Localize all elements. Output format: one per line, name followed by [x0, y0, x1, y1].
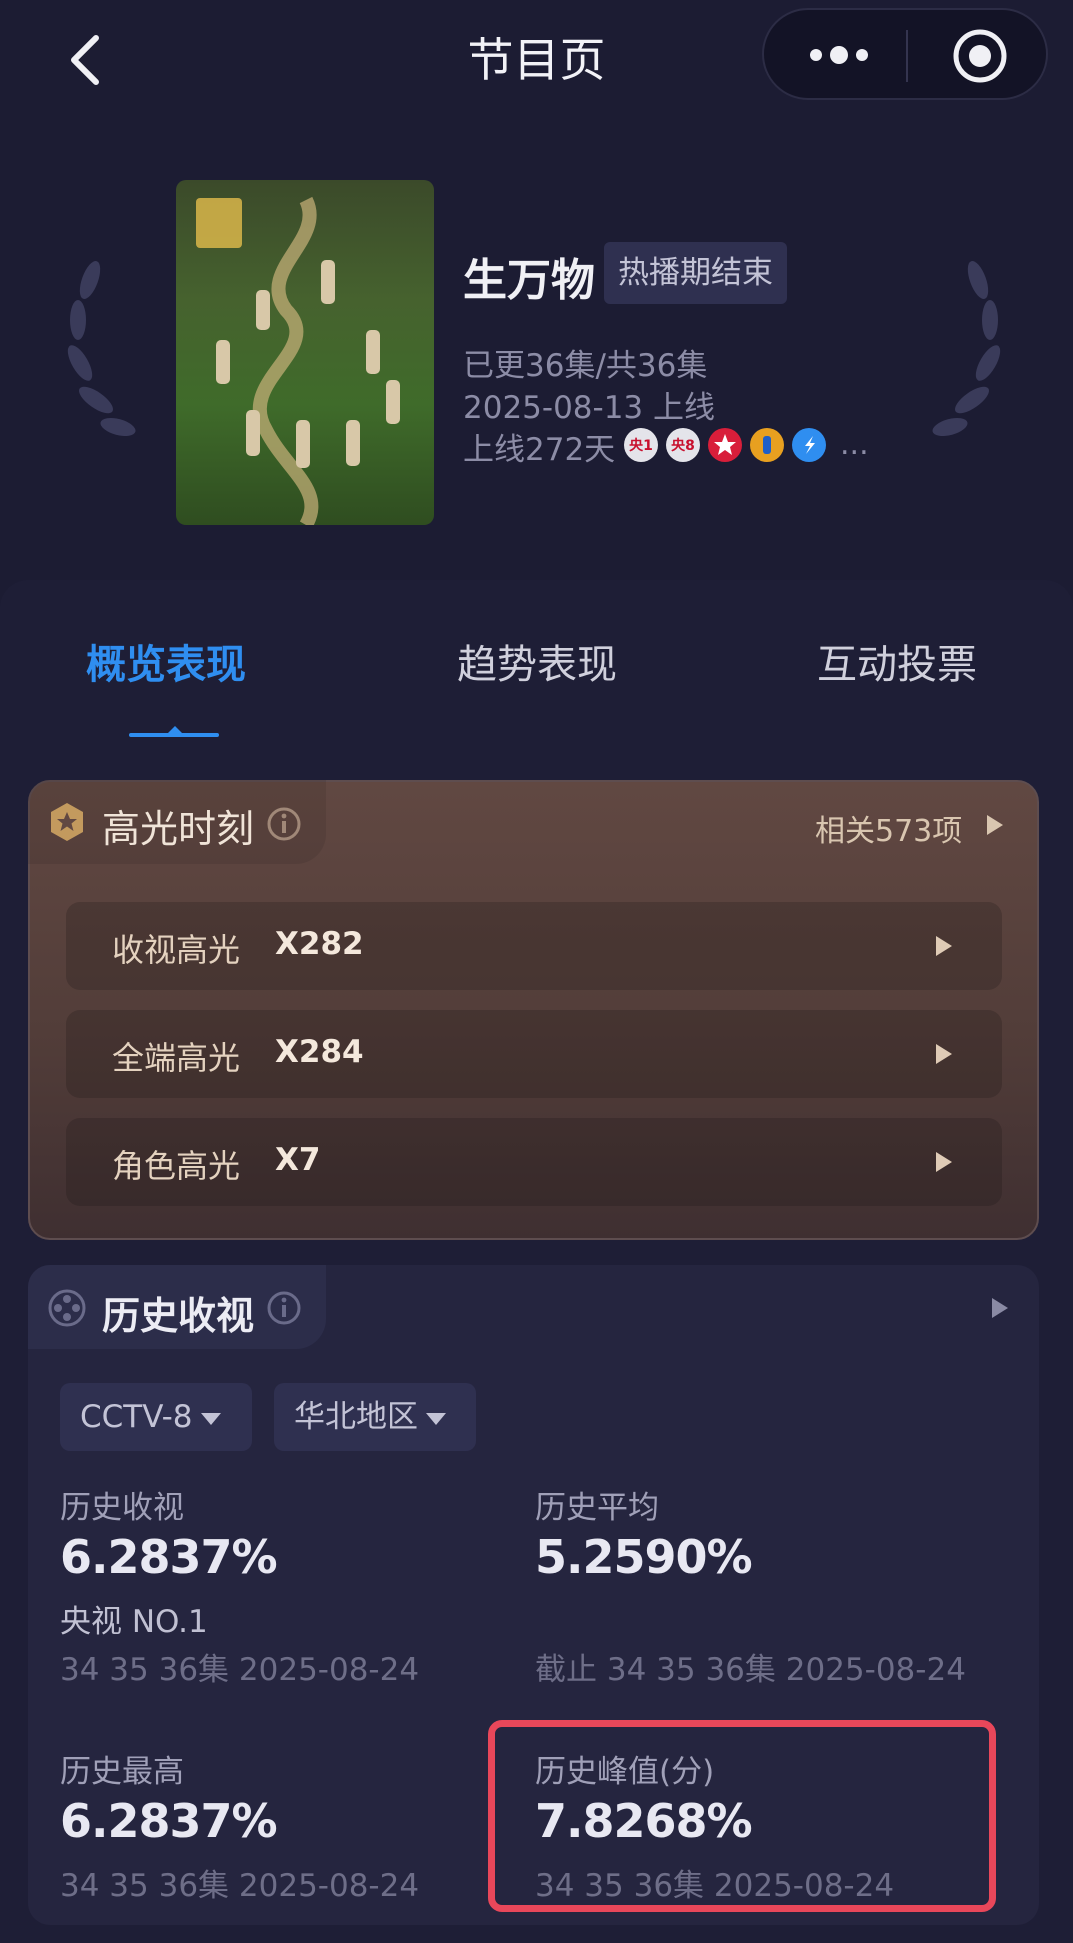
cctv1-logo-icon: 央1 [624, 427, 658, 462]
info-icon[interactable] [266, 806, 302, 842]
play-arrow-icon [936, 1044, 952, 1064]
stat-sub: 34 35 36集 2025-08-24 [60, 1652, 420, 1688]
stat-rank: 央视 NO.1 [60, 1604, 208, 1640]
highlight-row-value: X284 [275, 1034, 364, 1070]
stat-value: 5.2590% [535, 1530, 753, 1584]
stat-label: 历史收视 [60, 1490, 184, 1526]
platform-list[interactable]: 央1 央8 ... [624, 427, 869, 462]
play-arrow-icon [936, 936, 952, 956]
laurel-left-icon [67, 261, 136, 437]
info-icon[interactable] [266, 1290, 302, 1326]
show-poster[interactable] [176, 180, 434, 525]
region-select-value: 华北地区 [294, 1399, 418, 1435]
highlights-title: 高光时刻 [102, 807, 255, 851]
annotation-highlight-box [488, 1720, 996, 1912]
stat-label: 历史平均 [535, 1490, 659, 1526]
tab-overview[interactable]: 概览表现 [86, 632, 246, 690]
highlight-row-value: X282 [275, 926, 364, 962]
cctv8-logo-icon: 央8 [666, 427, 700, 462]
more-dots-icon[interactable] [806, 40, 872, 70]
channel-select-value: CCTV-8 [80, 1399, 193, 1435]
highlight-row-label: 全端高光 [112, 1039, 241, 1077]
highlight-row-value: X7 [275, 1142, 321, 1178]
stat-label: 历史最高 [60, 1754, 184, 1790]
zhejiang-tv-logo-icon [750, 427, 784, 462]
film-reel-icon [48, 1289, 86, 1327]
dragon-tv-logo-icon [708, 427, 742, 462]
more-platforms[interactable]: ... [840, 427, 869, 462]
stat-sub: 截止 34 35 36集 2025-08-24 [535, 1652, 966, 1688]
caret-down-icon [200, 1412, 221, 1425]
days-online: 上线272天 [463, 432, 616, 468]
show-title: 生万物 [463, 255, 595, 306]
tab-trend[interactable]: 趋势表现 [457, 632, 617, 690]
tab-indicator [129, 733, 219, 737]
channel-select[interactable]: CCTV-8 [60, 1383, 252, 1451]
stat-sub: 34 35 36集 2025-08-24 [60, 1868, 420, 1904]
highlight-row-label: 角色高光 [112, 1147, 241, 1185]
history-title: 历史收视 [102, 1294, 255, 1338]
mini-program-capsule [762, 8, 1048, 100]
laurel-right-icon [932, 261, 1001, 437]
launch-date: 2025-08-13 上线 [463, 390, 716, 426]
stat-value: 6.2837% [60, 1794, 278, 1848]
play-arrow-icon [936, 1152, 952, 1172]
play-arrow-icon[interactable] [985, 813, 1005, 837]
region-select[interactable]: 华北地区 [274, 1383, 476, 1451]
poster-artwork [196, 196, 400, 525]
capsule-divider [906, 30, 908, 82]
caret-down-icon [426, 1412, 446, 1425]
target-icon[interactable] [952, 28, 1008, 84]
star-badge-icon [51, 803, 83, 841]
stat-value: 6.2837% [60, 1530, 278, 1584]
highlight-row-label: 收视高光 [112, 931, 241, 969]
tab-voting[interactable]: 互动投票 [817, 632, 977, 690]
play-arrow-icon[interactable] [990, 1296, 1010, 1320]
highlights-related-link[interactable]: 相关573项 [815, 806, 962, 850]
episode-count: 已更36集/共36集 [463, 348, 708, 384]
status-badge: 热播期结束 [604, 242, 787, 304]
tencent-video-logo-icon [792, 427, 826, 462]
